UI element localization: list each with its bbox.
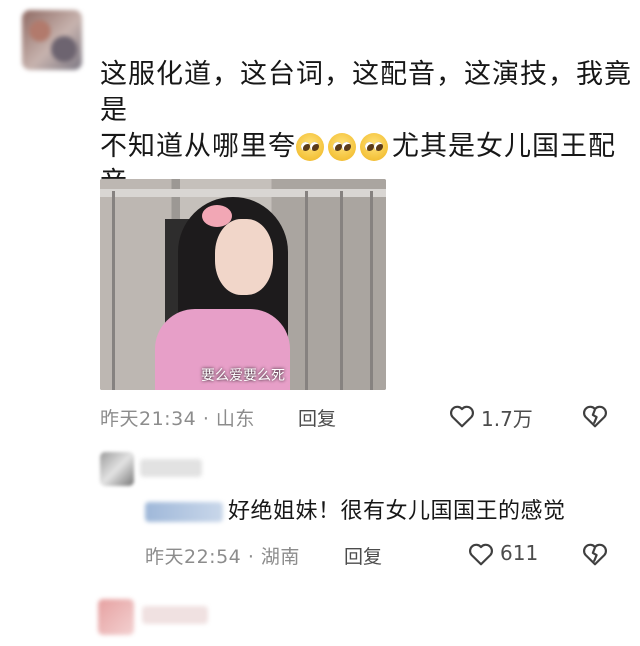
image-pole [305, 191, 308, 390]
image-hair-flower [202, 205, 232, 227]
reply-meta: 昨天22:54 · 湖南 [145, 542, 300, 569]
image-rail [100, 189, 386, 197]
next-reply-avatar[interactable] [98, 599, 134, 635]
broken-heart-icon[interactable] [582, 404, 608, 428]
image-figure-face [215, 219, 273, 295]
next-reply-username[interactable] [142, 606, 208, 624]
heart-outline-icon[interactable] [449, 404, 475, 428]
teary-eyes-emoji-icon [360, 133, 388, 161]
image-caption: 要么爱要么死 [201, 368, 285, 384]
teary-eyes-emoji-icon [296, 133, 324, 161]
comment-meta: 昨天21:34 · 山东 [100, 404, 255, 431]
comment-image[interactable]: 要么爱要么死 [100, 179, 386, 390]
avatar[interactable] [22, 10, 82, 70]
heart-outline-icon[interactable] [468, 542, 494, 566]
reply-text: 好绝姐妹！很有女儿国国王的感觉 [228, 499, 566, 524]
like-count: 611 [500, 541, 539, 565]
comment-line-2-a: 不知道从哪里夸 [100, 131, 296, 162]
meta-separator: · [202, 408, 210, 430]
reply-username[interactable] [140, 459, 202, 477]
reply-time: 昨天22:54 [145, 546, 242, 568]
image-pole [370, 191, 373, 390]
broken-heart-icon[interactable] [582, 542, 608, 566]
reply-avatar[interactable] [100, 452, 134, 486]
comment-location: 山东 [215, 408, 255, 430]
meta-separator: · [247, 546, 255, 568]
like-count: 1.7万 [481, 407, 533, 431]
image-pole [112, 191, 115, 390]
reply-mention[interactable] [145, 502, 223, 522]
comment-line-1: 这服化道，这台词，这配音，这演技，我竟是 [100, 59, 632, 126]
reply-button[interactable]: 回复 [344, 542, 382, 569]
reply-location: 湖南 [260, 546, 300, 568]
image-pole [340, 191, 343, 390]
teary-eyes-emoji-icon [328, 133, 356, 161]
reply-button[interactable]: 回复 [298, 404, 336, 431]
comment-time: 昨天21:34 [100, 408, 197, 430]
